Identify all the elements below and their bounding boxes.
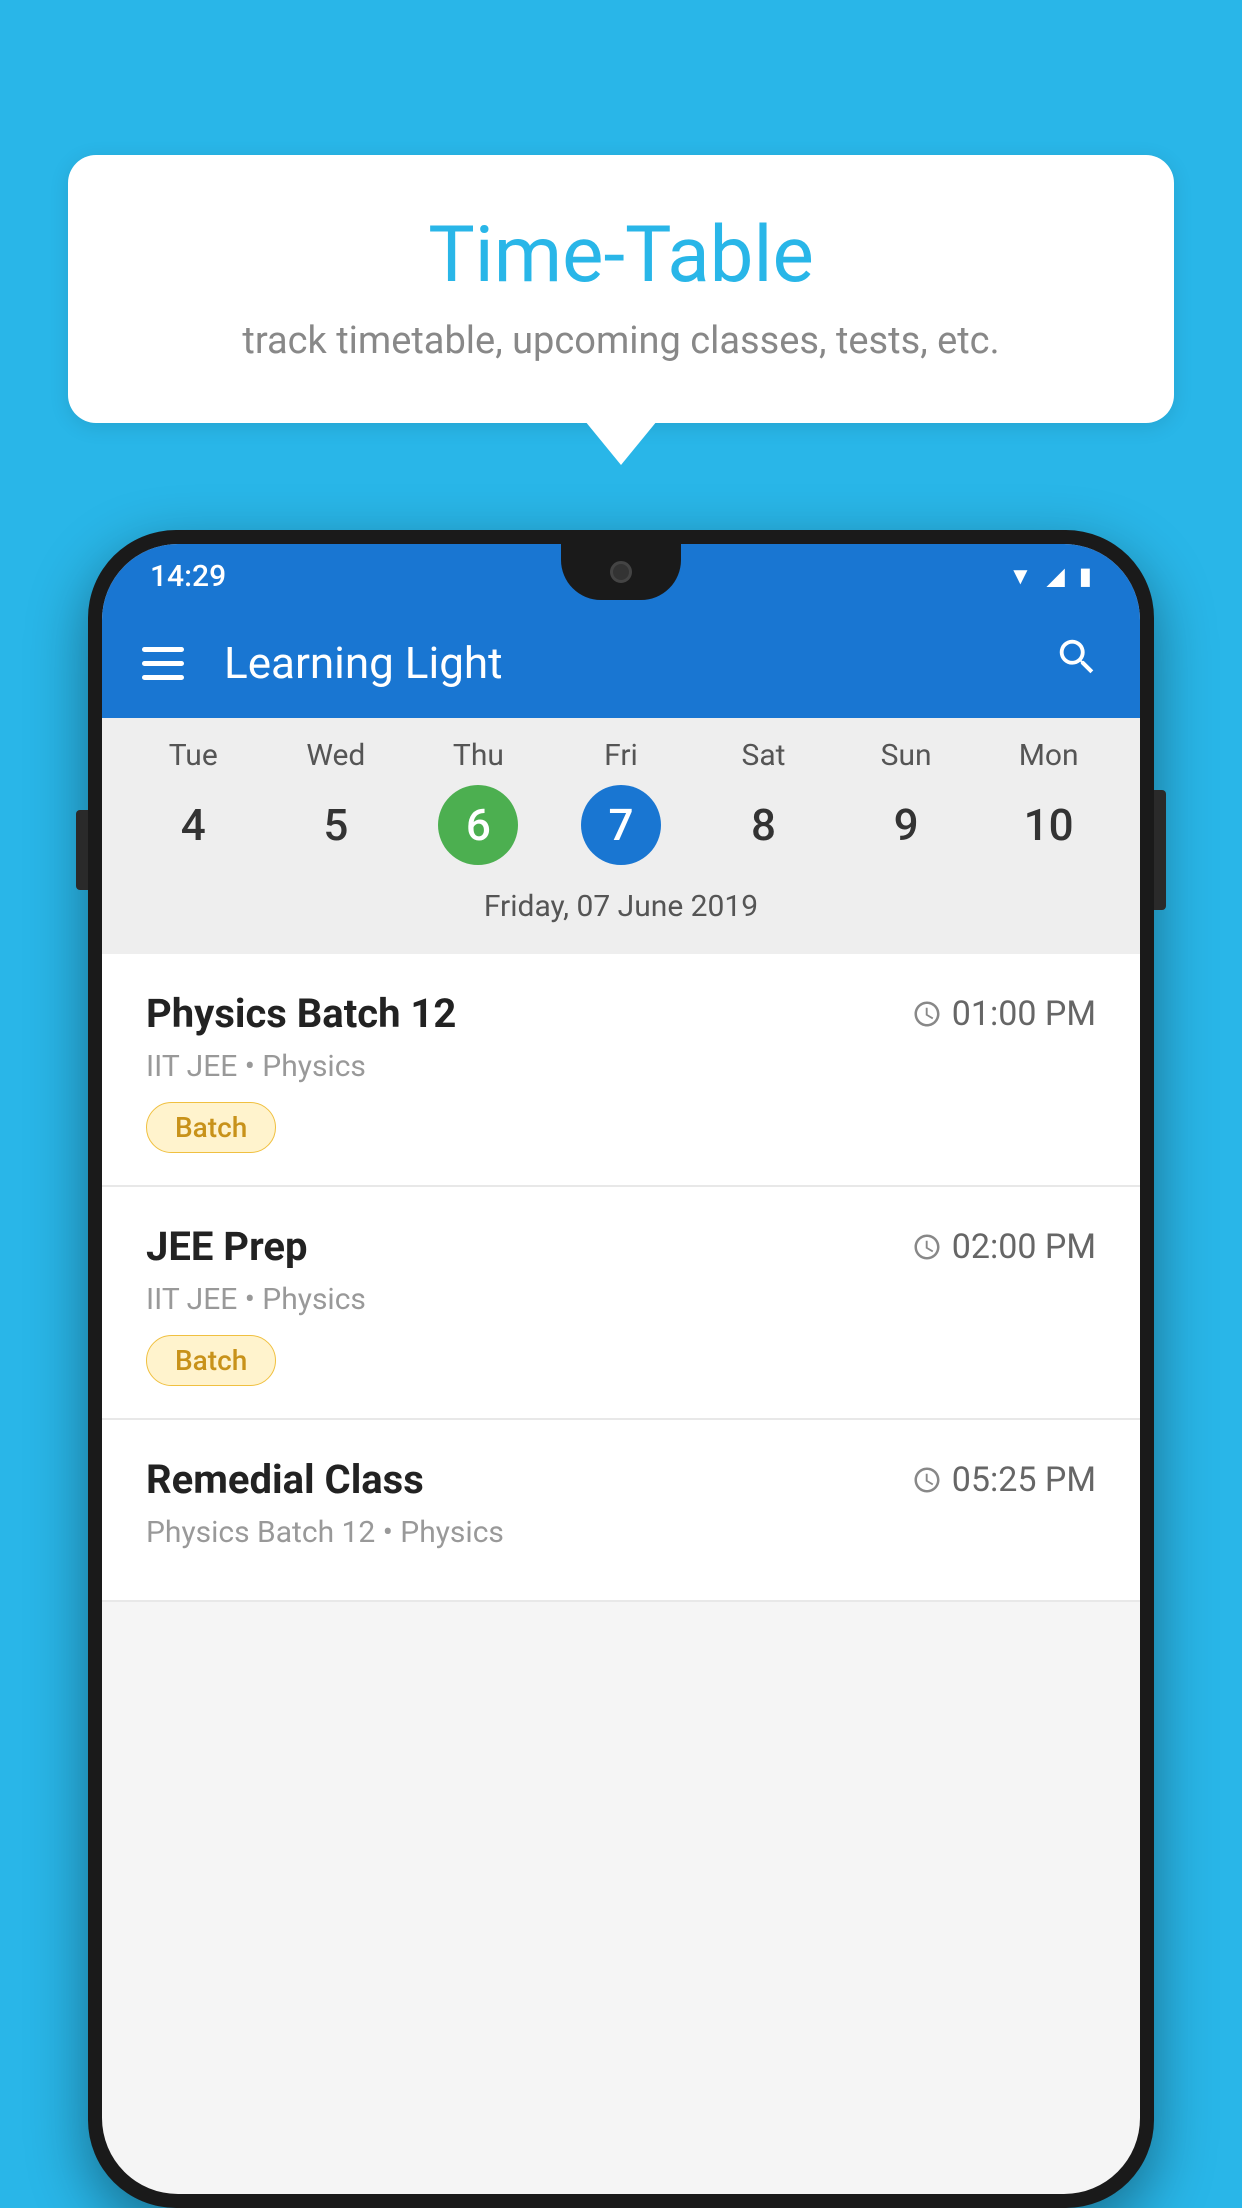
schedule-item-subtitle: IIT JEE • Physics xyxy=(146,1282,1096,1317)
calendar-container: Tue 4 Wed 5 Thu 6 Fri 7 Sat 8 Sun 9 Mon 10 Friday, 07… xyxy=(102,718,1140,954)
battery-icon: ▮ xyxy=(1079,562,1092,590)
schedule-item-subtitle: Physics Batch 12 • Physics xyxy=(146,1515,1096,1550)
schedule-item[interactable]: Physics Batch 12 01:00 PM IIT JEE • Phys… xyxy=(102,954,1140,1187)
schedule-item[interactable]: JEE Prep 02:00 PM IIT JEE • Physics Batc… xyxy=(102,1187,1140,1420)
phone-mockup: 14:29 ▼ ◢ ▮ Learning Light xyxy=(88,530,1154,2208)
day-name: Tue xyxy=(169,738,218,773)
bubble-subtitle: track timetable, upcoming classes, tests… xyxy=(128,319,1114,363)
day-cell-fri[interactable]: Fri 7 xyxy=(556,738,686,865)
schedule-list: Physics Batch 12 01:00 PM IIT JEE • Phys… xyxy=(102,954,1140,1602)
schedule-item-title: Remedial Class xyxy=(146,1456,424,1503)
day-name: Sat xyxy=(742,738,786,773)
schedule-item-time: 01:00 PM xyxy=(912,994,1096,1034)
notch xyxy=(561,544,681,600)
status-time: 14:29 xyxy=(150,559,226,594)
batch-tag: Batch xyxy=(146,1102,276,1153)
schedule-item-header: JEE Prep 02:00 PM xyxy=(146,1223,1096,1270)
status-bar: 14:29 ▼ ◢ ▮ xyxy=(102,544,1140,608)
day-number: 5 xyxy=(296,785,376,865)
day-number: 4 xyxy=(153,785,233,865)
signal-icon: ◢ xyxy=(1046,562,1064,590)
day-name: Fri xyxy=(604,738,638,773)
day-number: 7 xyxy=(581,785,661,865)
schedule-item-title: JEE Prep xyxy=(146,1223,307,1270)
day-cell-thu[interactable]: Thu 6 xyxy=(413,738,543,865)
search-button[interactable] xyxy=(1054,634,1100,692)
day-cell-mon[interactable]: Mon 10 xyxy=(984,738,1114,865)
batch-tag: Batch xyxy=(146,1335,276,1386)
phone-outer: 14:29 ▼ ◢ ▮ Learning Light xyxy=(88,530,1154,2208)
day-name: Sun xyxy=(881,738,932,773)
speech-bubble-container: Time-Table track timetable, upcoming cla… xyxy=(68,155,1174,423)
day-name: Mon xyxy=(1019,738,1079,773)
day-cell-sun[interactable]: Sun 9 xyxy=(841,738,971,865)
schedule-item-header: Physics Batch 12 01:00 PM xyxy=(146,990,1096,1037)
day-name: Thu xyxy=(453,738,504,773)
day-number: 8 xyxy=(724,785,804,865)
day-cell-sat[interactable]: Sat 8 xyxy=(699,738,829,865)
app-title: Learning Light xyxy=(224,637,1014,689)
week-days-row: Tue 4 Wed 5 Thu 6 Fri 7 Sat 8 Sun 9 Mon 10 xyxy=(102,738,1140,865)
day-number: 10 xyxy=(1009,785,1089,865)
day-cell-tue[interactable]: Tue 4 xyxy=(128,738,258,865)
app-bar: Learning Light xyxy=(102,608,1140,718)
day-number: 9 xyxy=(866,785,946,865)
camera xyxy=(610,561,632,583)
schedule-item-time: 02:00 PM xyxy=(912,1227,1096,1267)
schedule-item-header: Remedial Class 05:25 PM xyxy=(146,1456,1096,1503)
day-name: Wed xyxy=(306,738,365,773)
status-icons: ▼ ◢ ▮ xyxy=(1009,562,1092,591)
hamburger-menu-button[interactable] xyxy=(142,647,184,680)
schedule-item-time: 05:25 PM xyxy=(912,1460,1096,1500)
wifi-icon: ▼ xyxy=(1009,562,1033,591)
day-number: 6 xyxy=(438,785,518,865)
schedule-item-title: Physics Batch 12 xyxy=(146,990,456,1037)
day-cell-wed[interactable]: Wed 5 xyxy=(271,738,401,865)
schedule-item[interactable]: Remedial Class 05:25 PM Physics Batch 12… xyxy=(102,1420,1140,1602)
phone-inner: 14:29 ▼ ◢ ▮ Learning Light xyxy=(102,544,1140,2194)
schedule-item-subtitle: IIT JEE • Physics xyxy=(146,1049,1096,1084)
speech-bubble: Time-Table track timetable, upcoming cla… xyxy=(68,155,1174,423)
bubble-title: Time-Table xyxy=(128,210,1114,301)
selected-date-label: Friday, 07 June 2019 xyxy=(102,879,1140,944)
